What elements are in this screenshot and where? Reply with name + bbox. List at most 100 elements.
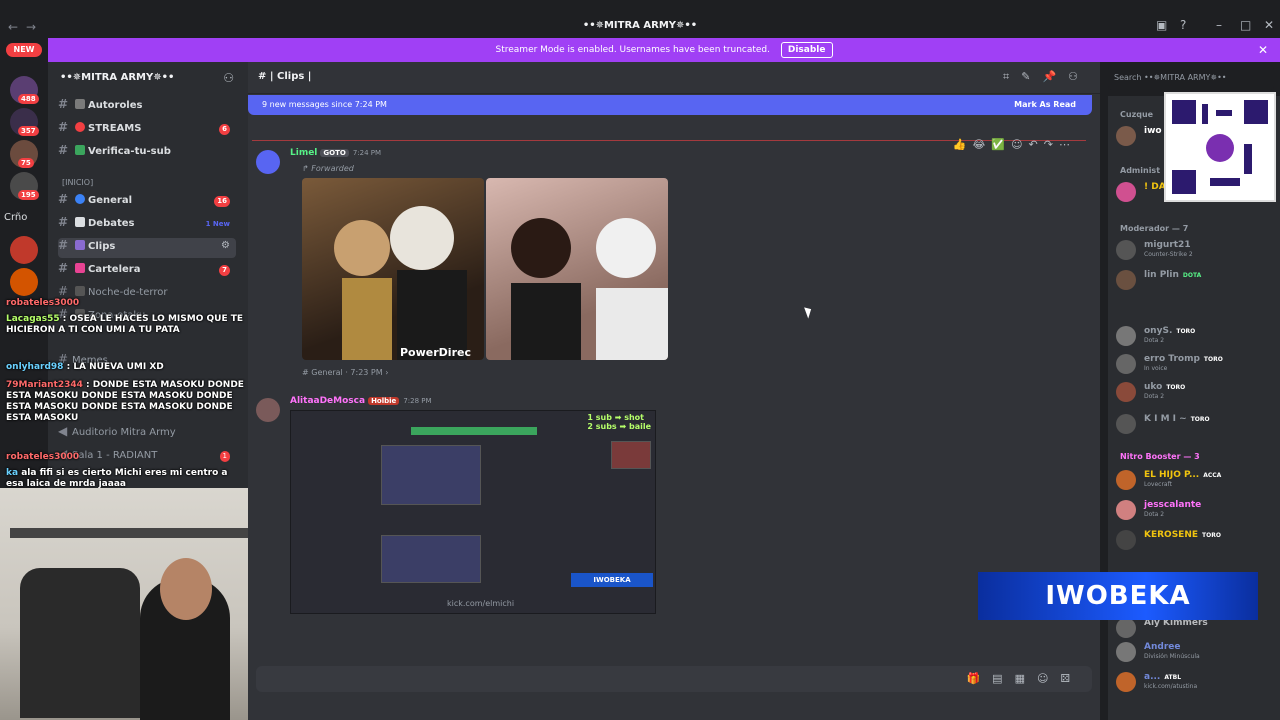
- channel-label: Cartelera: [88, 264, 141, 275]
- guild-name: ••✵MITRA ARMY✵••: [60, 72, 175, 83]
- chat-user: onlyhard98: [6, 362, 64, 372]
- channel-header: # | Clips | ⌗✎📌⚇: [248, 62, 1100, 94]
- disable-streamer-mode-button[interactable]: Disable: [780, 42, 833, 58]
- avatar: [1116, 326, 1136, 346]
- member-name: lin Plin DOTA: [1144, 270, 1202, 280]
- chat-line: Lacagas55 : OSEA LE HACES LO MISMO QUE T…: [6, 314, 244, 335]
- qr-finder: [1244, 100, 1268, 124]
- close-icon[interactable]: ✕: [1258, 38, 1268, 62]
- server-badge: 357: [18, 126, 39, 136]
- hash-icon: #: [58, 261, 69, 275]
- clip-url: kick.com/elmichi: [447, 599, 515, 608]
- check-icon: [75, 145, 85, 155]
- channel-item-general[interactable]: # General 16: [58, 192, 236, 212]
- channel-item-verifica[interactable]: # Verifica-tu-sub: [58, 143, 236, 163]
- channel-item-streams[interactable]: # STREAMS 6: [58, 120, 236, 140]
- help-icon[interactable]: ?: [1180, 18, 1186, 32]
- streamer-mode-bar: Streamer Mode is enabled. Usernames have…: [48, 38, 1280, 62]
- member-item[interactable]: Andree División Minúscula: [1116, 640, 1276, 666]
- member-status: Dota 2: [1144, 511, 1165, 518]
- window-title: ••✵MITRA ARMY✵••: [582, 20, 698, 31]
- channel-item-clips[interactable]: # Clips ⚙: [58, 238, 236, 258]
- member-item[interactable]: uko TORO Dota 2: [1116, 380, 1276, 406]
- member-item[interactable]: lin Plin DOTA: [1116, 268, 1276, 294]
- server-icon[interactable]: [10, 236, 38, 264]
- new-messages-text: 9 new messages since 7:24 PM: [262, 100, 387, 109]
- guild-header[interactable]: ••✵MITRA ARMY✵•• ⚇: [48, 62, 248, 94]
- unread-badge: 6: [219, 124, 230, 135]
- clip-embed[interactable]: 1 sub ➡ shot 2 subs ➡ baile IWOBEKA kick.…: [290, 410, 656, 614]
- clip-tag: IWOBEKA: [571, 573, 653, 587]
- role-tag: Holbie: [368, 397, 400, 405]
- avatar: [1116, 470, 1136, 490]
- qr-module: [1244, 144, 1252, 174]
- streamer-mode-text: Streamer Mode is enabled. Usernames have…: [495, 45, 771, 55]
- clip-sub-text: 1 sub ➡ shot 2 subs ➡ baile: [587, 413, 651, 431]
- server-badge: 195: [18, 190, 39, 200]
- new-tag: 1 New: [205, 220, 230, 228]
- forward-source[interactable]: # General · 7:23 PM ›: [302, 368, 388, 377]
- qr-code: [1164, 92, 1276, 202]
- streamer-head: [160, 558, 212, 620]
- search-input[interactable]: Search ••✵MITRA ARMY✵••: [1108, 66, 1274, 90]
- member-item[interactable]: erro Tromp TORO In voice: [1116, 352, 1276, 378]
- message-author[interactable]: AlitaaDeMosca Holbie 7:28 PM: [290, 396, 432, 406]
- member-category: Nitro Booster — 3: [1120, 452, 1200, 461]
- streamer-banner: IWOBEKA: [978, 572, 1258, 620]
- new-messages-bar[interactable]: 9 new messages since 7:24 PM Mark As Rea…: [248, 95, 1092, 115]
- member-name: Andree: [1144, 642, 1181, 652]
- avatar: [1116, 530, 1136, 550]
- member-item[interactable]: EL HIJO P... ACCA Lovecraft: [1116, 468, 1276, 494]
- member-item[interactable]: K I M I ~ TORO: [1116, 412, 1276, 438]
- unread-badge: 16: [214, 196, 230, 207]
- avatar: [1116, 126, 1136, 146]
- member-item[interactable]: migurt21 Counter-Strike 2: [1116, 238, 1276, 264]
- inbox-icon[interactable]: ▣: [1156, 18, 1167, 32]
- clip-image-2[interactable]: [486, 178, 668, 360]
- message-author[interactable]: Limel GOTO 7:24 PM: [290, 148, 381, 158]
- clapper-icon: [75, 240, 85, 250]
- member-status: División Minúscula: [1144, 653, 1200, 660]
- chat-user: robateles3000: [6, 298, 80, 308]
- minimize-icon[interactable]: –: [1216, 18, 1222, 32]
- member-item[interactable]: KEROSENE TORO: [1116, 528, 1276, 554]
- forwarded-label: ↱ Forwarded: [302, 164, 354, 173]
- qr-module: [1216, 110, 1232, 116]
- timestamp: 7:24 PM: [352, 149, 382, 157]
- watermark: PowerDirec: [400, 346, 471, 359]
- channel-item-cartelera[interactable]: # Cartelera 7: [58, 261, 236, 281]
- hash-icon: #: [58, 143, 69, 157]
- member-item[interactable]: a... ATBL kick.com/atustina: [1116, 670, 1276, 696]
- message-composer[interactable]: 🎁▤▦☺⚄: [256, 666, 1092, 692]
- channel-item-debates[interactable]: # Debates 1 New: [58, 215, 236, 235]
- member-item[interactable]: onyS. TORO Dota 2: [1116, 324, 1276, 350]
- settings-icon[interactable]: ⚙: [221, 240, 230, 251]
- qr-module: [1202, 104, 1208, 124]
- member-name: K I M I ~ TORO: [1144, 414, 1210, 424]
- globe-icon: [75, 194, 85, 204]
- message-actions[interactable]: 👍😂✅☺↶↷⋯: [953, 138, 1076, 151]
- timestamp: 7:28 PM: [403, 397, 432, 405]
- maximize-icon[interactable]: □: [1240, 18, 1251, 32]
- clip-window: [611, 441, 651, 469]
- member-status: Dota 2: [1144, 337, 1165, 344]
- clip-window: [381, 445, 481, 505]
- chat-text: LA NUEVA UMI XD: [73, 362, 164, 372]
- member-name: KEROSENE TORO: [1144, 530, 1221, 540]
- server-folder-label[interactable]: Crño: [4, 212, 27, 223]
- avatar: [1116, 182, 1136, 202]
- avatar[interactable]: [256, 150, 280, 174]
- member-item[interactable]: jesscalante Dota 2: [1116, 498, 1276, 524]
- channel-emoji-icon: [75, 217, 85, 227]
- close-window-icon[interactable]: ✕: [1264, 18, 1274, 32]
- header-tools[interactable]: ⌗✎📌⚇: [1003, 70, 1090, 84]
- role-tag: GOTO: [320, 149, 349, 157]
- mark-as-read-button[interactable]: Mark As Read: [1014, 95, 1076, 115]
- channel-item-autoroles[interactable]: # Autoroles: [58, 97, 236, 117]
- avatar[interactable]: [256, 398, 280, 422]
- composer-tools[interactable]: 🎁▤▦☺⚄: [966, 672, 1082, 685]
- add-member-icon[interactable]: ⚇: [223, 62, 234, 94]
- clip-image-1[interactable]: PowerDirec: [302, 178, 484, 360]
- clip-bar: [411, 427, 537, 435]
- category-inicio[interactable]: [INICIO]: [62, 178, 93, 187]
